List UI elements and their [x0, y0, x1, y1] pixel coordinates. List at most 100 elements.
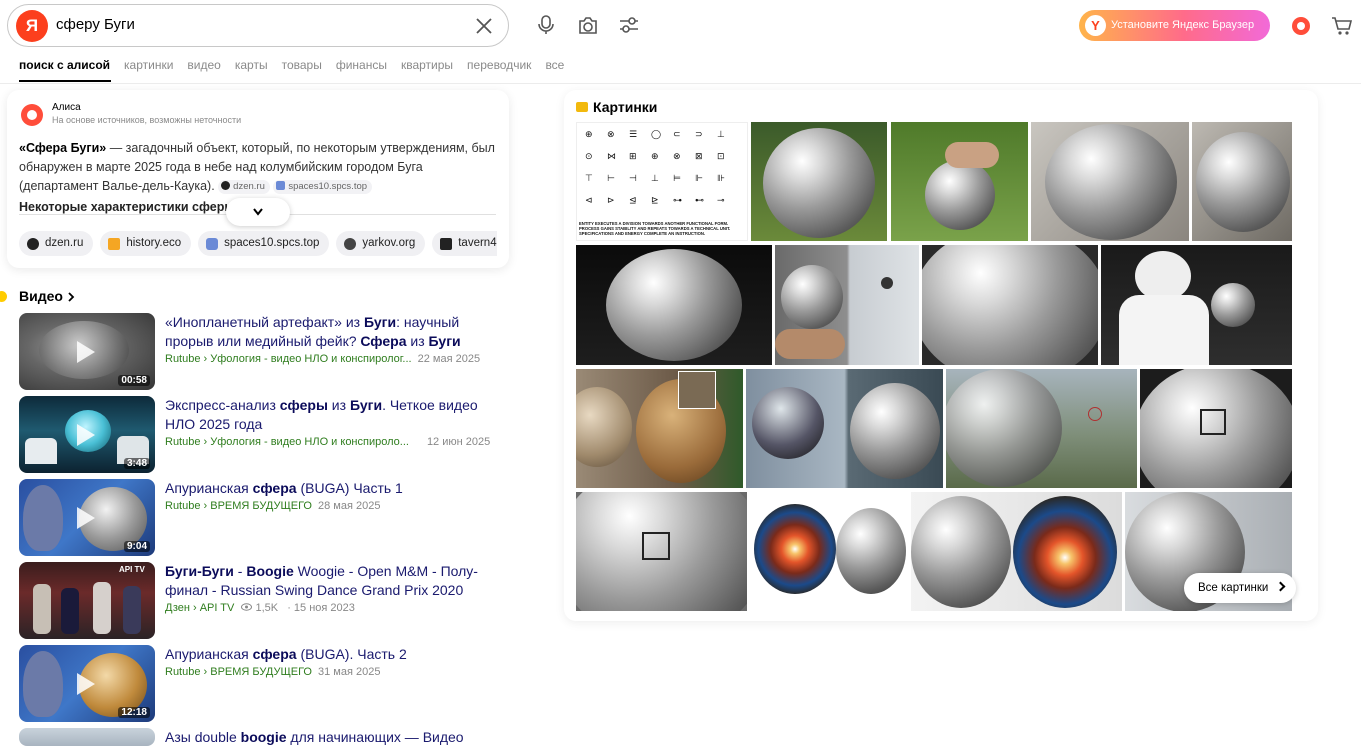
tab-translator[interactable]: переводчик: [467, 58, 531, 76]
chip-spaces[interactable]: spaces10.spcs.top: [198, 231, 330, 256]
video-result[interactable]: API TV Буги-Буги - Boogie Woogie - Open …: [19, 562, 509, 639]
video-source[interactable]: Rutube › ВРЕМЯ БУДУЩЕГО: [165, 666, 312, 678]
video-thumbnail[interactable]: 9:04: [19, 479, 155, 556]
play-icon: [77, 424, 95, 446]
tab-apartments[interactable]: квартиры: [401, 58, 453, 76]
tab-images[interactable]: картинки: [124, 58, 173, 76]
sphere-cross-section-image: [754, 504, 836, 594]
svg-text:⊥: ⊥: [651, 174, 659, 184]
sphere-image: [850, 383, 940, 479]
sphere-image: [1045, 124, 1177, 240]
dancer-image: [61, 588, 79, 634]
sphere-image: [911, 496, 1011, 608]
video-title[interactable]: Апурианская сфера (BUGA) Часть 1: [165, 479, 505, 498]
video-thumbnail[interactable]: 12:18: [19, 645, 155, 722]
close-icon[interactable]: [474, 16, 494, 36]
image-thumbnail[interactable]: ⊕ ⊗ ☰ ◯ ⊂ ⊃ ⊥ ⊙ ⋈ ⊞ ⊕ ⊗ ⊠ ⊡ ⊤ ⊢ ⊣ ⊥ ⊨ ⊩ ⊪ ⊲ ⊳ ⊴ ⊵ ⊶ ⊷ ⊸ ENTITY E…: [576, 122, 748, 241]
image-thumbnail[interactable]: [1031, 122, 1189, 241]
chip-dzen[interactable]: dzen.ru: [19, 231, 94, 256]
all-images-button[interactable]: Все картинки: [1184, 573, 1296, 603]
video-thumbnail[interactable]: 00:58: [19, 313, 155, 390]
yandex-browser-logo-icon: Y: [1085, 15, 1106, 36]
video-result[interactable]: 12:18 Апурианская сфера (BUGA). Часть 2 …: [19, 645, 509, 722]
video-thumbnail[interactable]: 3:48: [19, 396, 155, 473]
image-thumbnail[interactable]: [1192, 122, 1292, 241]
views-value: 1,5K: [255, 602, 279, 614]
video-source[interactable]: Rutube › ВРЕМЯ БУДУЩЕГО: [165, 500, 312, 512]
dancer-image: [123, 586, 141, 634]
tab-maps[interactable]: карты: [235, 58, 268, 76]
alice-subheading: Некоторые характеристики сферы: [19, 200, 236, 214]
chip-tavern[interactable]: tavern4.com: [432, 231, 497, 256]
sphere-image: [763, 128, 875, 238]
image-thumbnail[interactable]: [891, 122, 1028, 241]
image-thumbnail[interactable]: [576, 369, 743, 488]
svg-text:⊪: ⊪: [717, 174, 725, 184]
image-thumbnail[interactable]: [751, 122, 887, 241]
chip-history-eco[interactable]: history.eco: [100, 231, 192, 256]
video-source[interactable]: Дзен › API TV: [165, 602, 234, 614]
image-thumbnail[interactable]: [922, 245, 1098, 365]
search-input[interactable]: сферу Буги: [56, 16, 135, 33]
chevron-right-icon: [1275, 581, 1286, 592]
video-title[interactable]: Буги-Буги - Boogie Woogie - Open M&M - П…: [165, 562, 505, 600]
image-thumbnail[interactable]: [576, 492, 747, 611]
video-title[interactable]: Апурианская сфера (BUGA). Часть 2: [165, 645, 505, 664]
video-title[interactable]: «Инопланетный артефакт» из Буги: научный…: [165, 313, 505, 351]
video-title[interactable]: Экспресс-анализ сферы из Буги. Четкое ви…: [165, 396, 505, 434]
alien-image: [23, 651, 63, 717]
search-tabs: поиск с алисой картинки видео карты това…: [19, 58, 578, 76]
dzen-icon: [221, 181, 231, 190]
image-thumbnail[interactable]: [775, 245, 919, 365]
video-result[interactable]: Азы double boogie для начинающих — Видео: [19, 728, 509, 746]
cart-icon[interactable]: [1330, 14, 1354, 38]
video-meta: Rutube › Уфология - видео НЛО и конспиро…: [165, 436, 490, 448]
source-chip-dzen[interactable]: dzen.ru: [218, 180, 270, 194]
alice-icon[interactable]: [1290, 14, 1312, 36]
video-thumbnail[interactable]: API TV: [19, 562, 155, 639]
chip-yarkov[interactable]: yarkov.org: [336, 231, 426, 256]
all-images-label: Все картинки: [1198, 582, 1269, 594]
yandex-logo[interactable]: Я: [16, 10, 48, 42]
filters-icon[interactable]: [618, 14, 640, 36]
video-result[interactable]: 9:04 Апурианская сфера (BUGA) Часть 1 Ru…: [19, 479, 509, 556]
video-title[interactable]: Азы double boogie для начинающих — Видео: [165, 728, 505, 747]
symbol-chart-image: ⊕ ⊗ ☰ ◯ ⊂ ⊃ ⊥ ⊙ ⋈ ⊞ ⊕ ⊗ ⊠ ⊡ ⊤ ⊢ ⊣ ⊥ ⊨ ⊩ ⊪ ⊲ ⊳ ⊴ ⊵ ⊶ ⊷ ⊸: [585, 130, 725, 206]
svg-text:⊩: ⊩: [695, 174, 703, 184]
spaces-icon: [206, 237, 219, 250]
tab-all[interactable]: все: [545, 58, 564, 76]
search-box[interactable]: Я сферу Буги: [7, 4, 509, 47]
tab-alice-search[interactable]: поиск с алисой: [19, 58, 110, 76]
tab-finance[interactable]: финансы: [336, 58, 387, 76]
images-title[interactable]: Картинки: [576, 99, 657, 115]
svg-text:⊲: ⊲: [585, 196, 593, 206]
microphone-icon[interactable]: [535, 14, 557, 36]
tavern-icon: [440, 237, 453, 250]
image-thumbnail[interactable]: [1140, 369, 1292, 488]
tab-goods[interactable]: товары: [282, 58, 322, 76]
video-result[interactable]: 00:58 «Инопланетный артефакт» из Буги: н…: [19, 313, 509, 390]
image-thumbnail[interactable]: [746, 369, 943, 488]
expand-button[interactable]: [226, 198, 290, 226]
video-result[interactable]: 3:48 Экспресс-анализ сферы из Буги. Четк…: [19, 396, 509, 473]
play-icon: [77, 341, 95, 363]
source-chip-spaces[interactable]: spaces10.spcs.top: [273, 180, 373, 194]
tab-video[interactable]: видео: [187, 58, 220, 76]
video-source[interactable]: Rutube › Уфология - видео НЛО и конспиро…: [165, 353, 412, 365]
chip-label: dzen.ru: [45, 237, 84, 249]
image-thumbnail[interactable]: [946, 369, 1137, 488]
video-section-title[interactable]: Видео: [19, 288, 75, 304]
image-thumbnail[interactable]: [911, 492, 1122, 611]
video-meta: Rutube › ВРЕМЯ БУДУЩЕГО 31 мая 2025: [165, 666, 380, 678]
image-thumbnail[interactable]: [750, 492, 908, 611]
video-thumbnail[interactable]: [19, 728, 155, 746]
person-image: [1119, 295, 1209, 365]
install-browser-button[interactable]: Y Установите Яндекс Браузер: [1079, 10, 1270, 41]
video-source[interactable]: Rutube › Уфология - видео НЛО и конспиро…: [165, 436, 409, 448]
image-thumbnail[interactable]: [576, 245, 772, 365]
image-thumbnail[interactable]: [1101, 245, 1292, 365]
alice-answer-card: Алиса На основе источников, возможны нет…: [7, 90, 509, 268]
video-meta: Rutube › Уфология - видео НЛО и конспиро…: [165, 353, 480, 365]
camera-icon[interactable]: [577, 14, 599, 36]
channel-watermark: API TV: [119, 565, 145, 574]
